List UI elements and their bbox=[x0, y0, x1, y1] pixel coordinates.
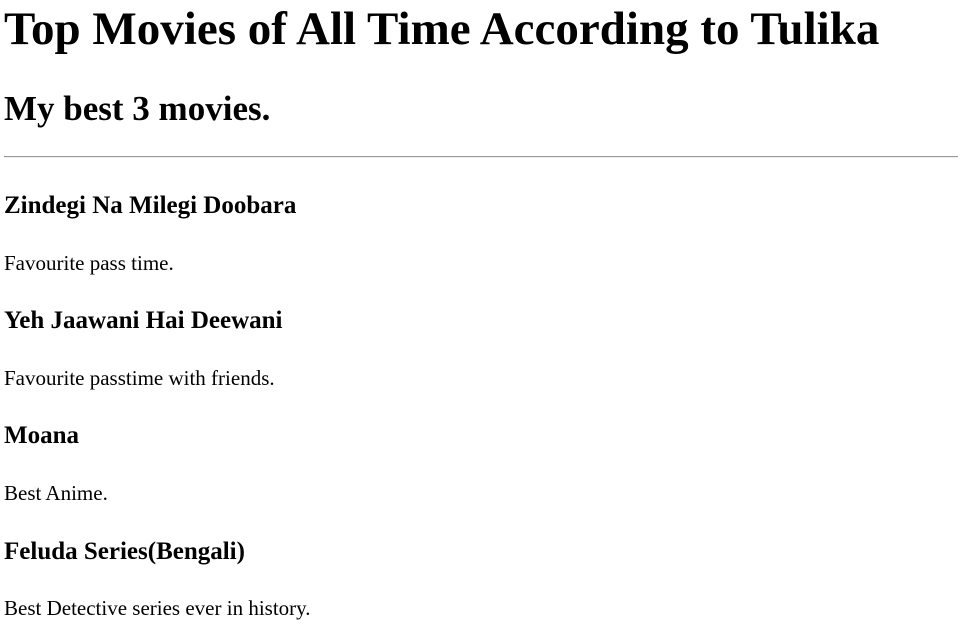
movie-description: Favourite passtime with friends. bbox=[4, 366, 275, 390]
divider bbox=[4, 156, 958, 158]
movie-title: Moana bbox=[4, 422, 79, 449]
page-title: Top Movies of All Time According to Tuli… bbox=[4, 3, 880, 55]
movie-description: Best Detective series ever in history. bbox=[4, 596, 311, 620]
movie-description: Best Anime. bbox=[4, 481, 108, 505]
movie-description: Favourite pass time. bbox=[4, 251, 174, 275]
page-subtitle: My best 3 movies. bbox=[4, 89, 271, 128]
movie-title: Yeh Jaawani Hai Deewani bbox=[4, 307, 283, 334]
movie-title: Zindegi Na Milegi Doobara bbox=[4, 192, 297, 219]
movie-title: Feluda Series(Bengali) bbox=[4, 538, 245, 565]
